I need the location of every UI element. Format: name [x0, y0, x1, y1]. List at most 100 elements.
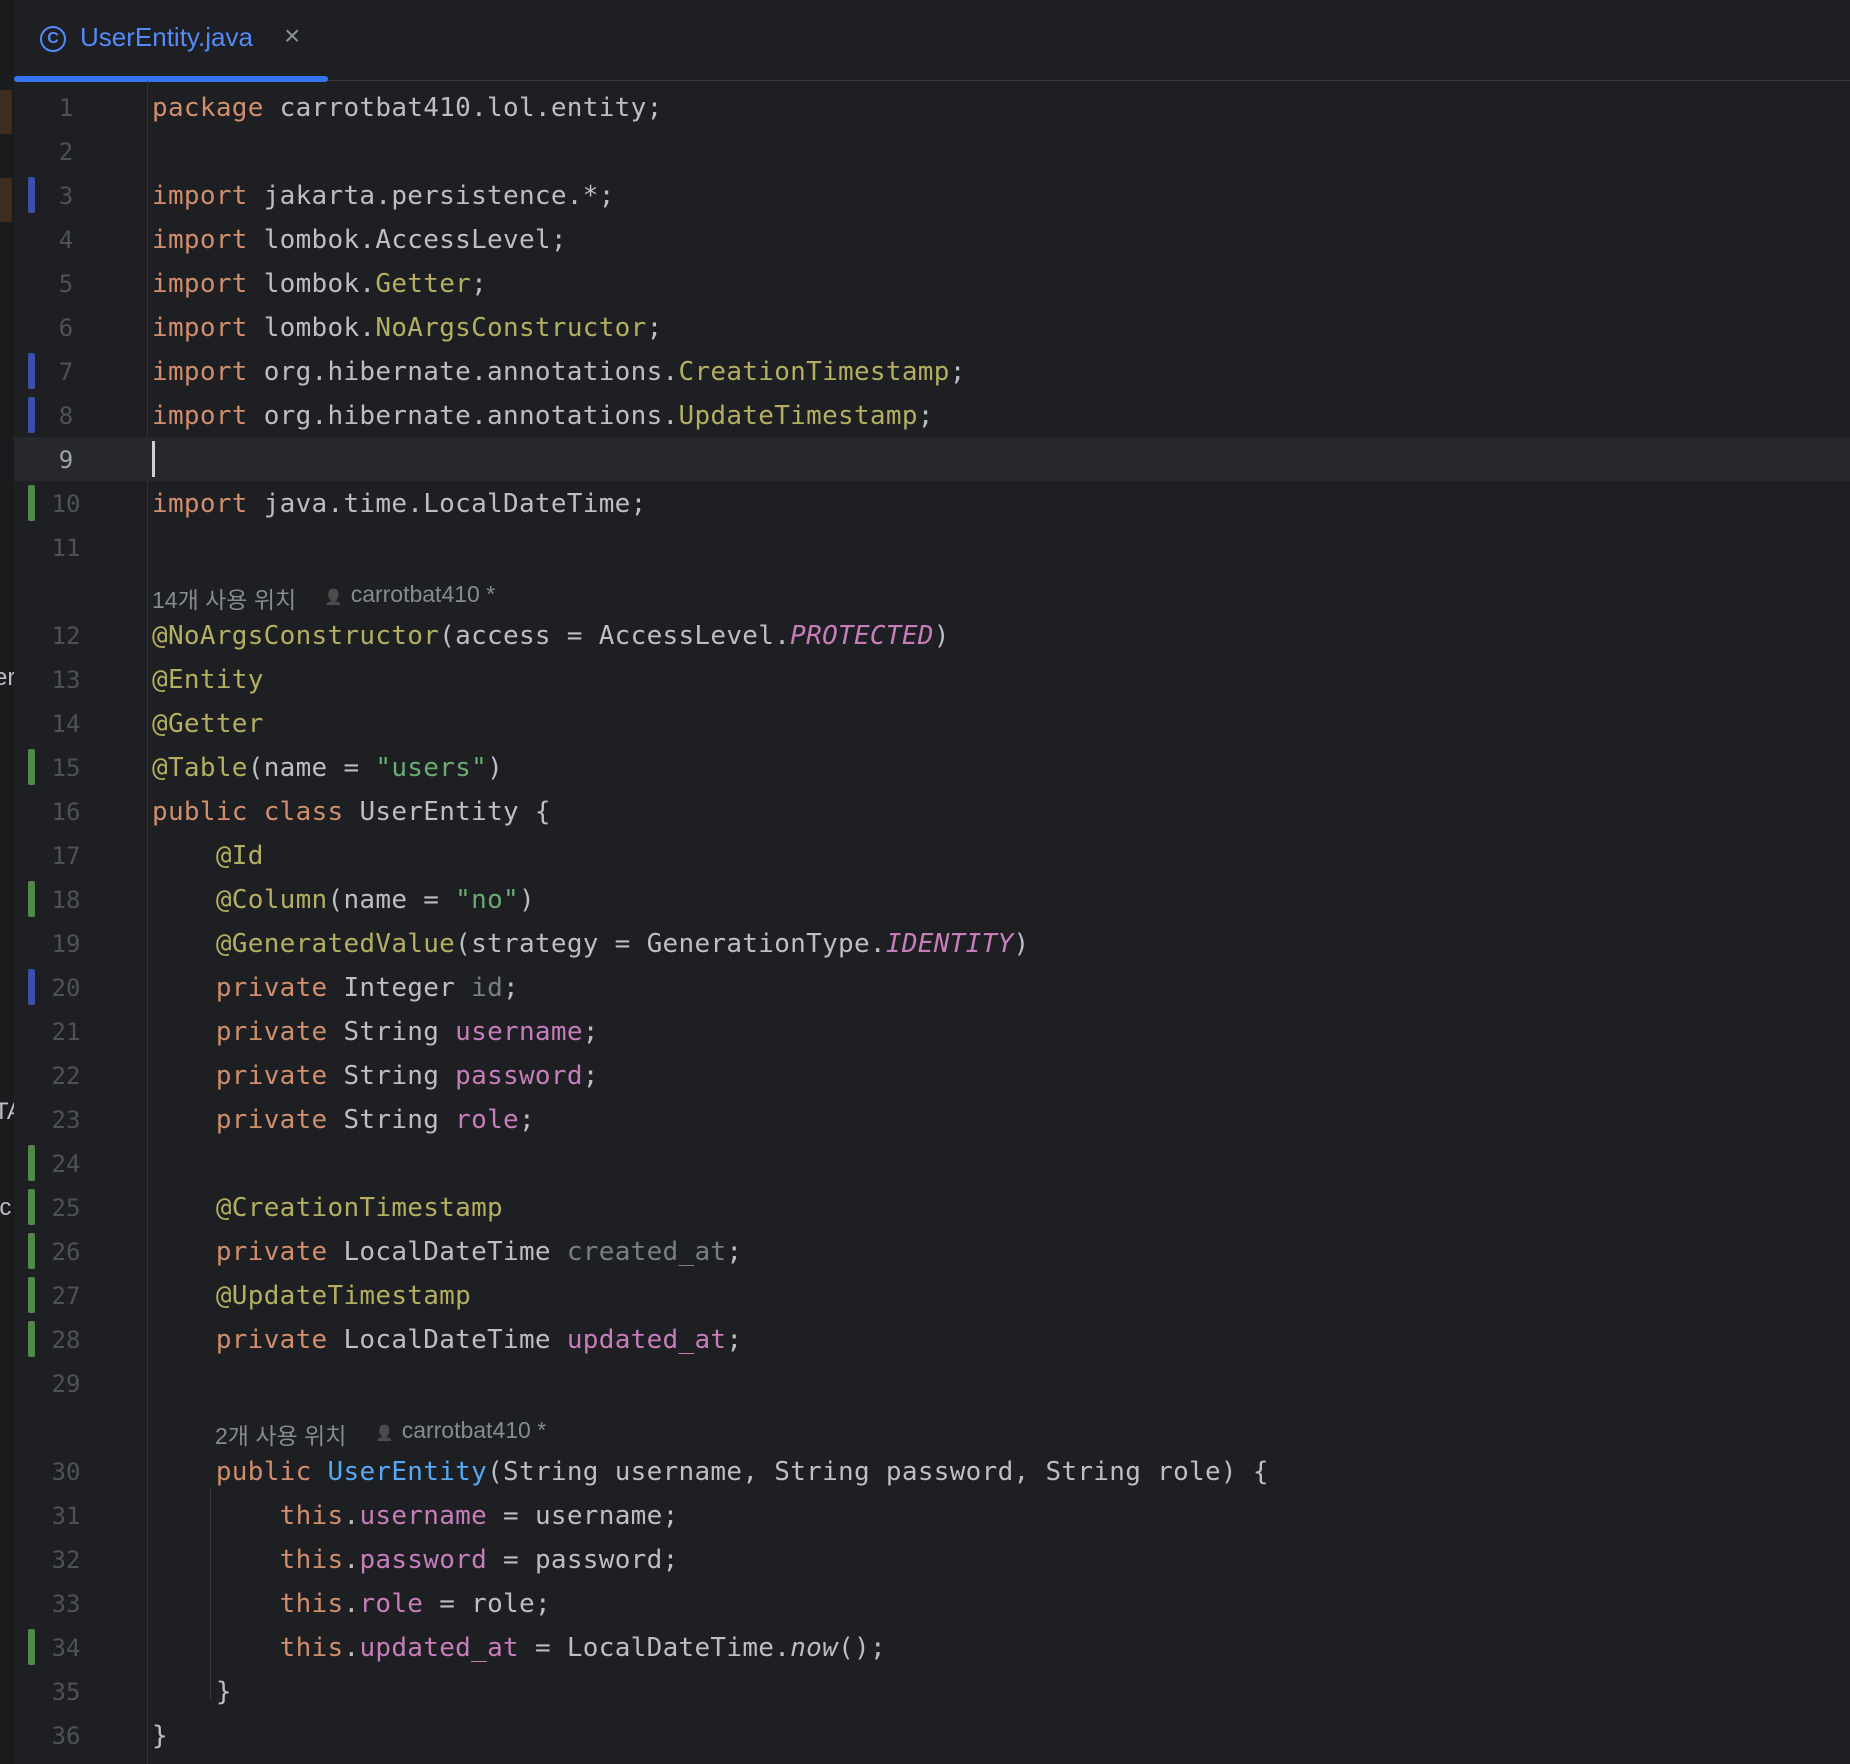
vcs-added-marker[interactable] [28, 1277, 35, 1313]
code-token: role [359, 1589, 424, 1619]
vcs-added-marker[interactable] [28, 1145, 35, 1181]
code-line[interactable]: 23 private String role; [14, 1097, 1850, 1141]
line-number: 27 [51, 1282, 81, 1310]
code-token: @Column [215, 885, 328, 915]
code-token: org.hibernate.annotations. [247, 401, 679, 431]
code-line[interactable]: 28 private LocalDateTime updated_at; [14, 1317, 1850, 1361]
code-line[interactable]: 17 @Id [14, 833, 1850, 877]
line-number: 13 [51, 666, 81, 694]
code-line[interactable]: 35 } [14, 1669, 1850, 1713]
vcs-added-marker[interactable] [28, 749, 35, 785]
code-line[interactable]: 32 this.password = password; [14, 1537, 1850, 1581]
code-text: @Column(name = "no") [152, 885, 535, 915]
code-text: } [152, 1721, 168, 1751]
code-line[interactable]: 21 private String username; [14, 1009, 1850, 1053]
vcs-added-marker[interactable] [28, 1629, 35, 1665]
usages-link[interactable]: 2개 사용 위치 [215, 1417, 346, 1451]
code-line[interactable]: 30 public UserEntity(String username, St… [14, 1449, 1850, 1493]
code-token: @GeneratedValue [215, 929, 456, 959]
vcs-modified-marker[interactable] [28, 353, 35, 389]
code-text: public class UserEntity { [152, 797, 551, 827]
code-token: ; [917, 401, 934, 431]
code-line[interactable]: 4 import lombok.AccessLevel; [14, 217, 1850, 261]
code-token: = LocalDateTime. [518, 1633, 791, 1663]
code-token: import [152, 269, 248, 299]
code-line[interactable]: 25 @CreationTimestamp [14, 1185, 1850, 1229]
usages-link[interactable]: 14개 사용 위치 [152, 581, 296, 615]
code-token: @NoArgsConstructor [152, 621, 440, 651]
author-hint[interactable]: 👤 carrotbat410 * [324, 581, 495, 608]
code-token: "users" [375, 753, 488, 783]
code-line[interactable]: 26 private LocalDateTime created_at; [14, 1229, 1850, 1273]
code-token: lombok. [247, 269, 376, 299]
code-line[interactable]: 5 import lombok.Getter; [14, 261, 1850, 305]
code-text: import lombok.AccessLevel; [152, 225, 567, 255]
line-number: 31 [51, 1502, 81, 1530]
line-number: 18 [51, 886, 81, 914]
vcs-added-marker[interactable] [28, 1321, 35, 1357]
code-line[interactable]: 11 [14, 525, 1850, 569]
code-line[interactable]: 8 import org.hibernate.annotations.Update… [14, 393, 1850, 437]
vcs-modified-marker[interactable] [28, 969, 35, 1005]
close-icon[interactable]: × [284, 20, 300, 52]
code-line[interactable]: 14 @Getter [14, 701, 1850, 745]
code-token: ; [726, 1237, 743, 1267]
code-line[interactable]: 13 @Entity [14, 657, 1850, 701]
code-line[interactable]: 33 this.role = role; [14, 1581, 1850, 1625]
code-token: private [215, 1325, 328, 1355]
code-text: private LocalDateTime updated_at; [152, 1325, 742, 1355]
left-panel-edge: er TA ic [0, 0, 14, 1764]
code-line[interactable]: 18 @Column(name = "no") [14, 877, 1850, 921]
code-line[interactable]: 27 @UpdateTimestamp [14, 1273, 1850, 1317]
code-token: import [152, 225, 248, 255]
code-line[interactable]: 10 import java.time.LocalDateTime; [14, 481, 1850, 525]
code-token: . [343, 1633, 360, 1663]
vcs-modified-marker[interactable] [28, 397, 35, 433]
code-line[interactable]: 3 import jakarta.persistence.*; [14, 173, 1850, 217]
code-token: NoArgsConstructor [375, 313, 647, 343]
code-line[interactable]: 6 import lombok.NoArgsConstructor; [14, 305, 1850, 349]
code-line[interactable]: 34 this.updated_at = LocalDateTime.now()… [14, 1625, 1850, 1669]
code-text: @CreationTimestamp [152, 1193, 503, 1223]
code-line[interactable]: 9 [14, 437, 1850, 481]
vcs-added-marker[interactable] [28, 1233, 35, 1269]
vcs-added-marker[interactable] [28, 881, 35, 917]
code-line[interactable]: 2 [14, 129, 1850, 173]
author-hint[interactable]: 👤 carrotbat410 * [375, 1417, 546, 1444]
code-line[interactable]: 15 @Table(name = "users") [14, 745, 1850, 789]
code-text: private Integer id; [152, 973, 519, 1003]
vcs-added-marker[interactable] [28, 485, 35, 521]
code-token: carrotbat410.lol.entity; [263, 93, 663, 123]
code-line[interactable]: 20 private Integer id; [14, 965, 1850, 1009]
line-number: 5 [58, 270, 74, 298]
user-icon: 👤 [324, 589, 343, 606]
code-line[interactable]: 31 this.username = username; [14, 1493, 1850, 1537]
code-line[interactable]: 16 public class UserEntity { [14, 789, 1850, 833]
code-line[interactable]: 24 [14, 1141, 1850, 1185]
vcs-modified-marker[interactable] [28, 177, 35, 213]
code-line[interactable]: 7 import org.hibernate.annotations.Creati… [14, 349, 1850, 393]
vcs-added-marker[interactable] [28, 1189, 35, 1225]
code-line[interactable]: 22 private String password; [14, 1053, 1850, 1097]
code-editor[interactable]: 1 package carrotbat410.lol.entity; 2 3 impor… [14, 81, 1850, 1764]
code-line[interactable]: 1 package carrotbat410.lol.entity; [14, 85, 1850, 129]
line-number: 24 [51, 1150, 81, 1178]
clipped-panel-text: ic [0, 1194, 12, 1221]
code-line[interactable]: 12 @NoArgsConstructor(access = AccessLeve… [14, 613, 1850, 657]
code-token: java.time.LocalDateTime; [247, 489, 647, 519]
code-token: } [152, 1677, 232, 1707]
tab-userentity-java[interactable]: C UserEntity.java × [14, 0, 328, 82]
code-line[interactable]: 29 [14, 1361, 1850, 1405]
code-line[interactable]: 36} [14, 1713, 1850, 1757]
line-number: 32 [51, 1546, 81, 1574]
code-token: (access = AccessLevel. [439, 621, 791, 651]
code-token: String [327, 1061, 456, 1091]
code-line[interactable]: 19 @GeneratedValue(strategy = Generation… [14, 921, 1850, 965]
code-text: import lombok.NoArgsConstructor; [152, 313, 663, 343]
